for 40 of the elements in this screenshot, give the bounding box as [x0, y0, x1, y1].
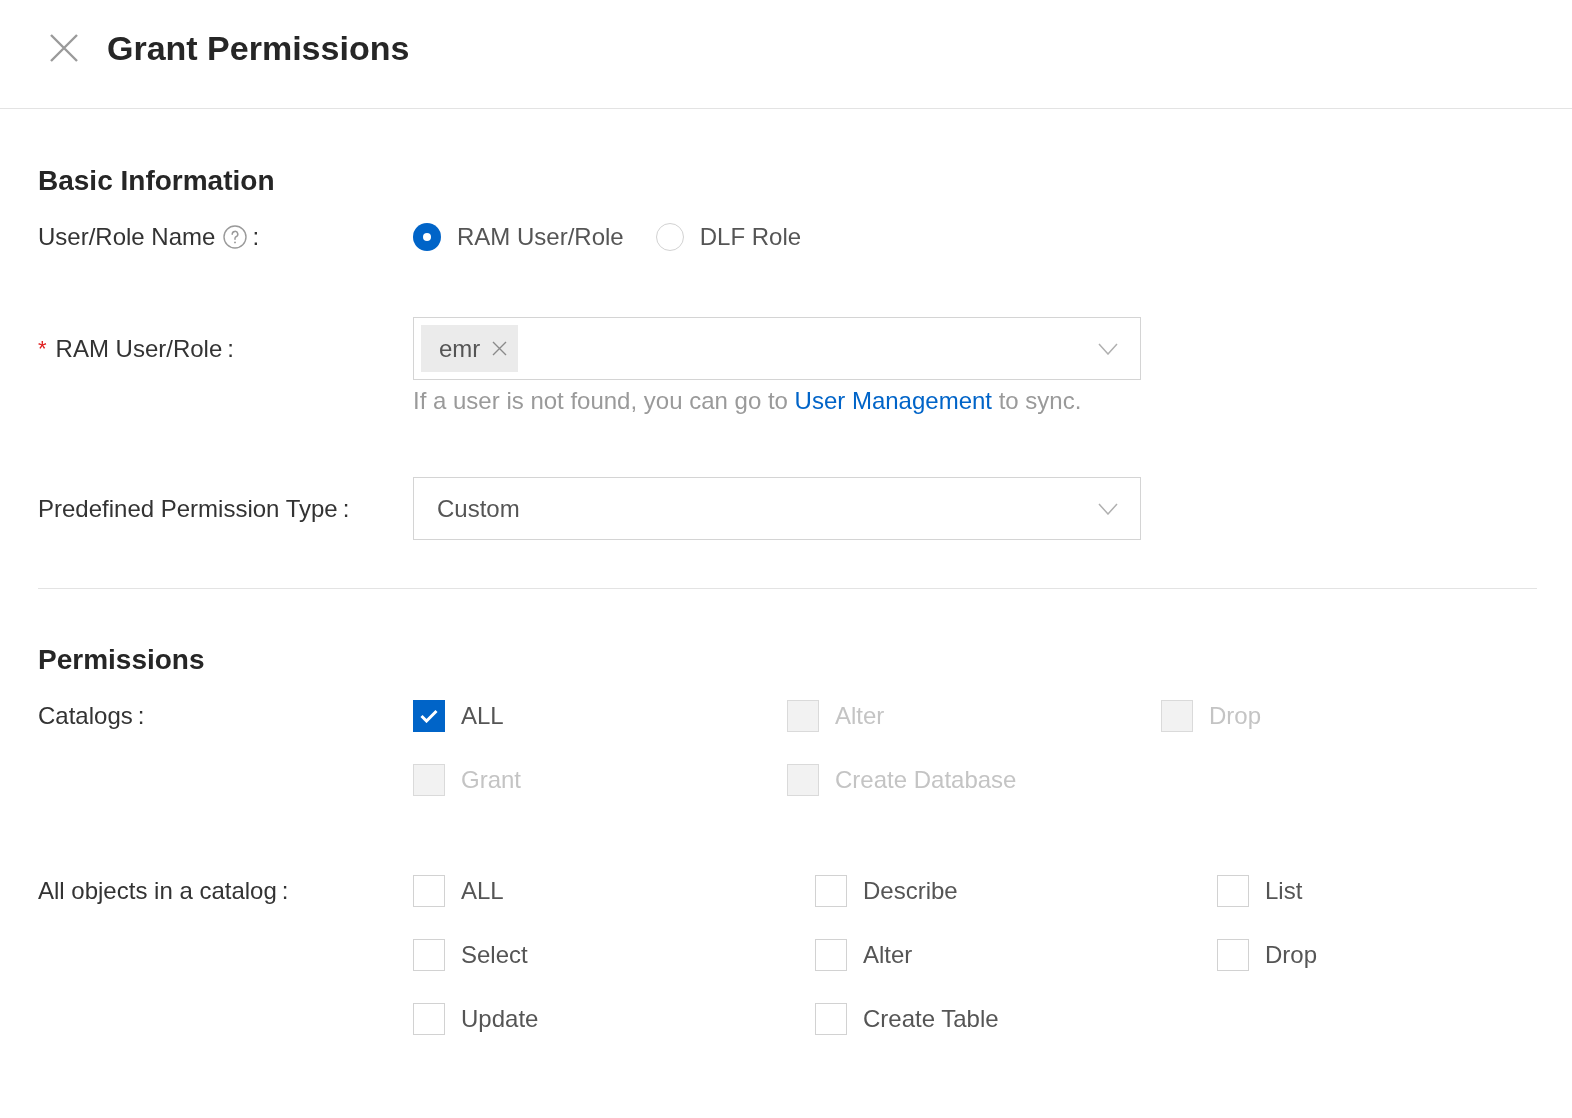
- field-label: Predefined Permission Type: [38, 493, 338, 524]
- checkbox-label[interactable]: List: [1265, 873, 1303, 909]
- field-label: All objects in a catalog: [38, 876, 277, 906]
- radio-label[interactable]: RAM User/Role: [457, 219, 624, 255]
- radio-button[interactable]: [655, 223, 684, 251]
- field-label: Catalogs: [38, 701, 133, 731]
- close-icon[interactable]: [492, 341, 508, 356]
- tag-label: emr: [439, 333, 481, 364]
- checkbox-label[interactable]: Create Table: [863, 1001, 999, 1037]
- select-field[interactable]: Custom: [413, 477, 1141, 540]
- section-title: Permissions: [38, 643, 205, 677]
- label-colon: :: [137, 701, 145, 731]
- checkbox-label[interactable]: Alter: [863, 937, 913, 973]
- checkbox-label[interactable]: Update: [461, 1001, 539, 1037]
- checkmark-icon: [420, 709, 438, 723]
- label-colon: :: [342, 493, 350, 524]
- field-label: RAM User/Role: [55, 333, 223, 364]
- chevron-down-icon: [1098, 342, 1118, 355]
- radio-label[interactable]: DLF Role: [699, 219, 802, 255]
- radio-button[interactable]: [413, 223, 441, 251]
- checkbox-label[interactable]: Drop: [1265, 937, 1318, 973]
- checkbox-label[interactable]: ALL: [461, 873, 504, 909]
- label-colon: :: [227, 333, 234, 364]
- select-field[interactable]: emr: [413, 317, 1141, 380]
- dialog-title: Grant Permissions: [107, 28, 410, 68]
- hint-text: If a user is not found, you can go to User Management to sync.: [413, 387, 1082, 415]
- checkbox[interactable]: [413, 700, 445, 732]
- checkbox-label[interactable]: Select: [461, 937, 528, 973]
- required-mark: *: [38, 335, 47, 363]
- checkbox-label[interactable]: Describe: [863, 873, 958, 909]
- close-icon[interactable]: [50, 34, 78, 62]
- select-value: Custom: [437, 493, 520, 524]
- chevron-down-icon: [1098, 502, 1118, 515]
- section-title: Basic Information: [38, 164, 275, 198]
- user-management-link[interactable]: User Management: [794, 387, 992, 414]
- label-colon: :: [281, 876, 289, 906]
- label-colon: :: [252, 222, 260, 252]
- help-icon[interactable]: [223, 225, 248, 249]
- field-label: User/Role Name: [38, 222, 216, 252]
- checkbox-label[interactable]: ALL: [461, 698, 504, 734]
